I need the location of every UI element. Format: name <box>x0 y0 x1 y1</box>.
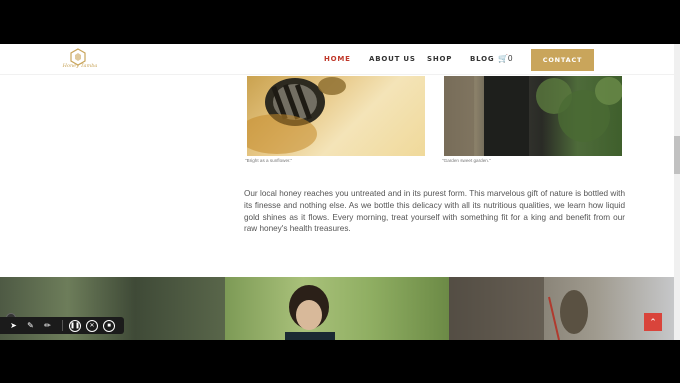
caption-bee: "Bright as a sunflower." <box>245 158 293 163</box>
cursor-icon[interactable]: ➤ <box>7 319 20 332</box>
caption-garden: "Garden sweet garden." <box>442 158 491 163</box>
cart-button[interactable]: 🛒0 <box>498 54 512 63</box>
cliff-image <box>449 277 588 340</box>
highlighter-icon[interactable]: ✏ <box>41 319 54 332</box>
pen-icon[interactable]: ✎ <box>24 319 37 332</box>
cancel-icon[interactable]: ✕ <box>86 320 98 332</box>
cart-icon: 🛒 <box>498 54 508 63</box>
pause-icon[interactable]: ❚❚ <box>69 320 81 332</box>
stop-icon[interactable]: ■ <box>103 320 115 332</box>
scroll-to-top-button[interactable]: ⌃ <box>644 313 662 331</box>
bee-photo[interactable] <box>247 76 425 156</box>
chevron-up-icon: ⌃ <box>649 317 657 327</box>
honey-description: Our local honey reaches you untreated an… <box>244 189 625 234</box>
beekeeper-photo[interactable] <box>225 277 449 340</box>
nav-home[interactable]: HOME <box>324 55 351 63</box>
logo-text: Honey Tamba <box>62 63 98 69</box>
web-page: Honey Tamba HOME ABOUT US SHOP BLOG 🛒0 C… <box>0 44 680 340</box>
cart-count: 0 <box>507 54 513 63</box>
toolbar-divider <box>62 320 63 331</box>
harvest-photo[interactable] <box>449 277 674 340</box>
nav-about-us[interactable]: ABOUT US <box>369 55 416 63</box>
header-divider <box>0 74 680 75</box>
garden-photo[interactable] <box>444 76 622 156</box>
bee-image <box>247 77 346 154</box>
nav-blog[interactable]: BLOG <box>470 55 494 63</box>
person-image <box>285 285 335 340</box>
recorder-toolbar: ➤ ✎ ✏ ❚❚ ✕ ■ <box>0 317 124 334</box>
logo[interactable] <box>60 47 96 75</box>
contact-button[interactable]: CONTACT <box>531 49 594 71</box>
garden-image <box>444 76 622 156</box>
nav-shop[interactable]: SHOP <box>427 55 452 63</box>
scrollbar-track[interactable] <box>674 44 680 340</box>
scrollbar-thumb[interactable] <box>674 136 680 174</box>
